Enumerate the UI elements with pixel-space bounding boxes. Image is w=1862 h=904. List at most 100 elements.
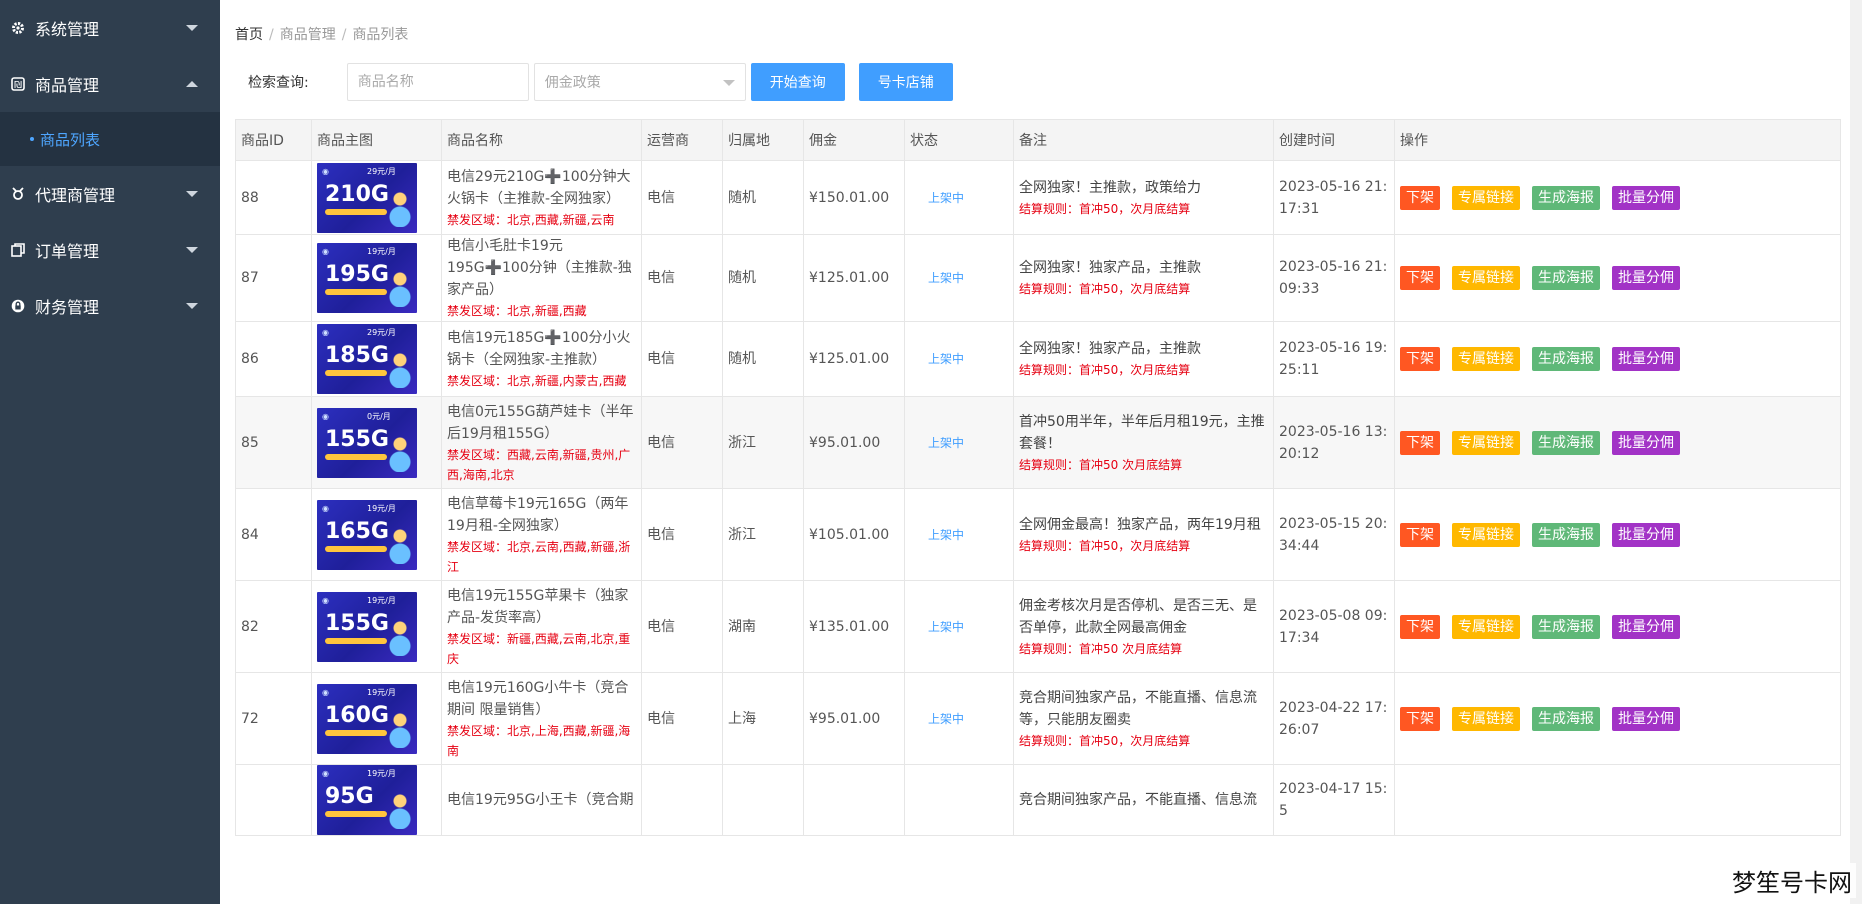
delist-button[interactable]: 下架 (1400, 522, 1440, 547)
product-image[interactable]: ◉ 19元/月 95G (317, 765, 417, 835)
cell-image: ◉ 19元/月 160G (311, 672, 442, 765)
sidebar-item-finance[interactable]: 财务管理 (0, 278, 220, 334)
remark-text: 全网独家！独家产品，主推款 (1019, 260, 1201, 276)
status-badge: 上架中 (928, 435, 965, 450)
cell-actions: 下架 专属链接 生成海报 批量分佣 (1394, 580, 1841, 673)
product-name: 电信19元95G小王卡（竞合期 (447, 792, 634, 808)
telecom-logo-icon: ◉ (322, 687, 329, 697)
cell-actions: 下架 专属链接 生成海报 批量分佣 (1394, 672, 1841, 765)
exclusive-link-button[interactable]: 专属链接 (1452, 347, 1520, 371)
settlement-rule: 结算规则：首冲50，次月底结算 (1019, 201, 1191, 216)
vertical-scrollbar[interactable] (1850, 0, 1862, 904)
delist-button[interactable]: 下架 (1400, 266, 1440, 290)
product-image[interactable]: ◉ 19元/月 165G (317, 499, 417, 570)
delist-button[interactable]: 下架 (1400, 185, 1440, 210)
cell-region: 随机 (722, 321, 804, 397)
cell-status: 上架中 (904, 160, 1014, 235)
start-query-button[interactable]: 开始查询 (750, 63, 845, 101)
generate-poster-button[interactable]: 生成海报 (1532, 614, 1600, 639)
batch-commission-button[interactable]: 批量分佣 (1612, 347, 1680, 371)
table-row: 86 ◉ 29元/月 185G 电信19元185G➕100分小火锅卡（全网独家-主推款）… (235, 321, 1841, 397)
cell-created-time: 2023-04-17 15:5 (1273, 764, 1395, 836)
sidebar-item-system[interactable]: 系统管理 (0, 0, 220, 56)
cell-name: 电信19元160G小牛卡（竞合期间 限量销售） 禁发区域：北京,上海,西藏,新疆,… (441, 672, 642, 765)
card-shop-button[interactable]: 号卡店铺 (858, 63, 953, 101)
cell-operator (641, 764, 723, 836)
exclusive-link-button[interactable]: 专属链接 (1452, 430, 1520, 455)
commission-policy-select[interactable]: 佣金政策 (533, 63, 746, 101)
column-header: 商品名称 (441, 119, 642, 161)
banned-regions: 禁发区域：北京,西藏,新疆,云南 (447, 212, 615, 227)
settlement-rule: 结算规则：首冲50 次月底结算 (1019, 641, 1183, 656)
generate-poster-button[interactable]: 生成海报 (1532, 430, 1600, 455)
cell-commission: ¥95.01.00 (803, 396, 905, 489)
row-actions: 下架 专属链接 生成海报 批量分佣 (1400, 522, 1835, 547)
cell-commission: ¥150.01.00 (803, 160, 905, 235)
batch-commission-button[interactable]: 批量分佣 (1612, 185, 1680, 210)
cell-remark: 全网佣金最高！独家产品，两年19月租 结算规则：首冲50，次月底结算 (1013, 488, 1274, 581)
generate-poster-button[interactable]: 生成海报 (1532, 266, 1600, 290)
table-row: 82 ◉ 19元/月 155G 电信19元155G苹果卡（独家产品-发货率高） 禁发区域：… (235, 580, 1841, 673)
cell-remark: 全网独家！独家产品，主推款 结算规则：首冲50，次月底结算 (1013, 234, 1274, 322)
sidebar-item-goods[interactable]: ₪ 商品管理 (0, 56, 220, 112)
sidebar-subitem-goods-list[interactable]: 商品列表 (0, 112, 220, 166)
cell-operator: 电信 (641, 396, 723, 489)
breadcrumb-home[interactable]: 首页 (235, 27, 263, 43)
sidebar-item-label: 商品管理 (35, 76, 100, 95)
exclusive-link-button[interactable]: 专属链接 (1452, 185, 1520, 210)
delist-button[interactable]: 下架 (1400, 430, 1440, 455)
product-image[interactable]: ◉ 19元/月 155G (317, 591, 417, 662)
column-header: 创建时间 (1273, 119, 1395, 161)
exclusive-link-button[interactable]: 专属链接 (1452, 706, 1520, 731)
sidebar-item-order[interactable]: 订单管理 (0, 222, 220, 278)
cell-name: 电信19元95G小王卡（竞合期 (441, 764, 642, 836)
generate-poster-button[interactable]: 生成海报 (1532, 522, 1600, 547)
column-header: 运营商 (641, 119, 723, 161)
batch-commission-button[interactable]: 批量分佣 (1612, 430, 1680, 455)
batch-commission-button[interactable]: 批量分佣 (1612, 614, 1680, 639)
exclusive-link-button[interactable]: 专属链接 (1452, 522, 1520, 547)
exclusive-link-button[interactable]: 专属链接 (1452, 266, 1520, 290)
cell-created-time: 2023-05-16 21:09:33 (1273, 234, 1395, 322)
product-image[interactable]: ◉ 29元/月 185G (317, 324, 417, 394)
row-actions: 下架 专属链接 生成海报 批量分佣 (1400, 266, 1835, 290)
product-image[interactable]: ◉ 19元/月 195G (317, 243, 417, 313)
generate-poster-button[interactable]: 生成海报 (1532, 706, 1600, 731)
product-image[interactable]: ◉ 29元/月 210G (317, 162, 417, 233)
watermark: 梦笙号卡网 (1728, 863, 1856, 898)
row-actions: 下架 专属链接 生成海报 批量分佣 (1400, 614, 1835, 639)
generate-poster-button[interactable]: 生成海报 (1532, 185, 1600, 210)
generate-poster-button[interactable]: 生成海报 (1532, 347, 1600, 371)
delist-button[interactable]: 下架 (1400, 706, 1440, 731)
row-actions: 下架 专属链接 生成海报 批量分佣 (1400, 706, 1835, 731)
delist-button[interactable]: 下架 (1400, 614, 1440, 639)
banned-regions: 禁发区域：北京,新疆,内蒙古,西藏 (447, 374, 627, 388)
row-actions: 下架 专属链接 生成海报 批量分佣 (1400, 347, 1835, 371)
telecom-logo-icon: ◉ (322, 328, 329, 337)
batch-commission-button[interactable]: 批量分佣 (1612, 266, 1680, 290)
exclusive-link-button[interactable]: 专属链接 (1452, 614, 1520, 639)
batch-commission-button[interactable]: 批量分佣 (1612, 522, 1680, 547)
cell-region (722, 764, 804, 836)
product-image[interactable]: ◉ 0元/月 155G (317, 407, 417, 478)
banned-regions: 禁发区域：西藏,云南,新疆,贵州,广西,海南,北京 (447, 447, 631, 482)
cell-status: 上架中 (904, 396, 1014, 489)
product-name: 电信草莓卡19元165G（两年19月租-全网独家） (447, 495, 629, 534)
status-badge: 上架中 (928, 711, 965, 726)
batch-commission-button[interactable]: 批量分佣 (1612, 706, 1680, 731)
chevron-down-icon (186, 247, 198, 253)
chevron-down-icon (722, 80, 735, 86)
cell-status: 上架中 (904, 672, 1014, 765)
delist-button[interactable]: 下架 (1400, 347, 1440, 371)
telecom-logo-icon: ◉ (322, 247, 329, 256)
breadcrumb-goods[interactable]: 商品管理 (280, 27, 336, 43)
product-name: 电信19元160G小牛卡（竞合期间 限量销售） (447, 679, 629, 718)
cell-id: 82 (235, 580, 312, 673)
table-row: 88 ◉ 29元/月 210G 电信29元210G➕100分钟大火锅卡（主推款-全网独家… (235, 160, 1841, 235)
goods-name-input[interactable] (346, 63, 529, 101)
settlement-rule: 结算规则：首冲50 次月底结算 (1019, 457, 1183, 472)
image-price: 19元/月 (367, 687, 396, 697)
mascot-icon (387, 348, 413, 388)
sidebar-item-agent[interactable]: 代理商管理 (0, 166, 220, 222)
product-image[interactable]: ◉ 19元/月 160G (317, 683, 417, 754)
